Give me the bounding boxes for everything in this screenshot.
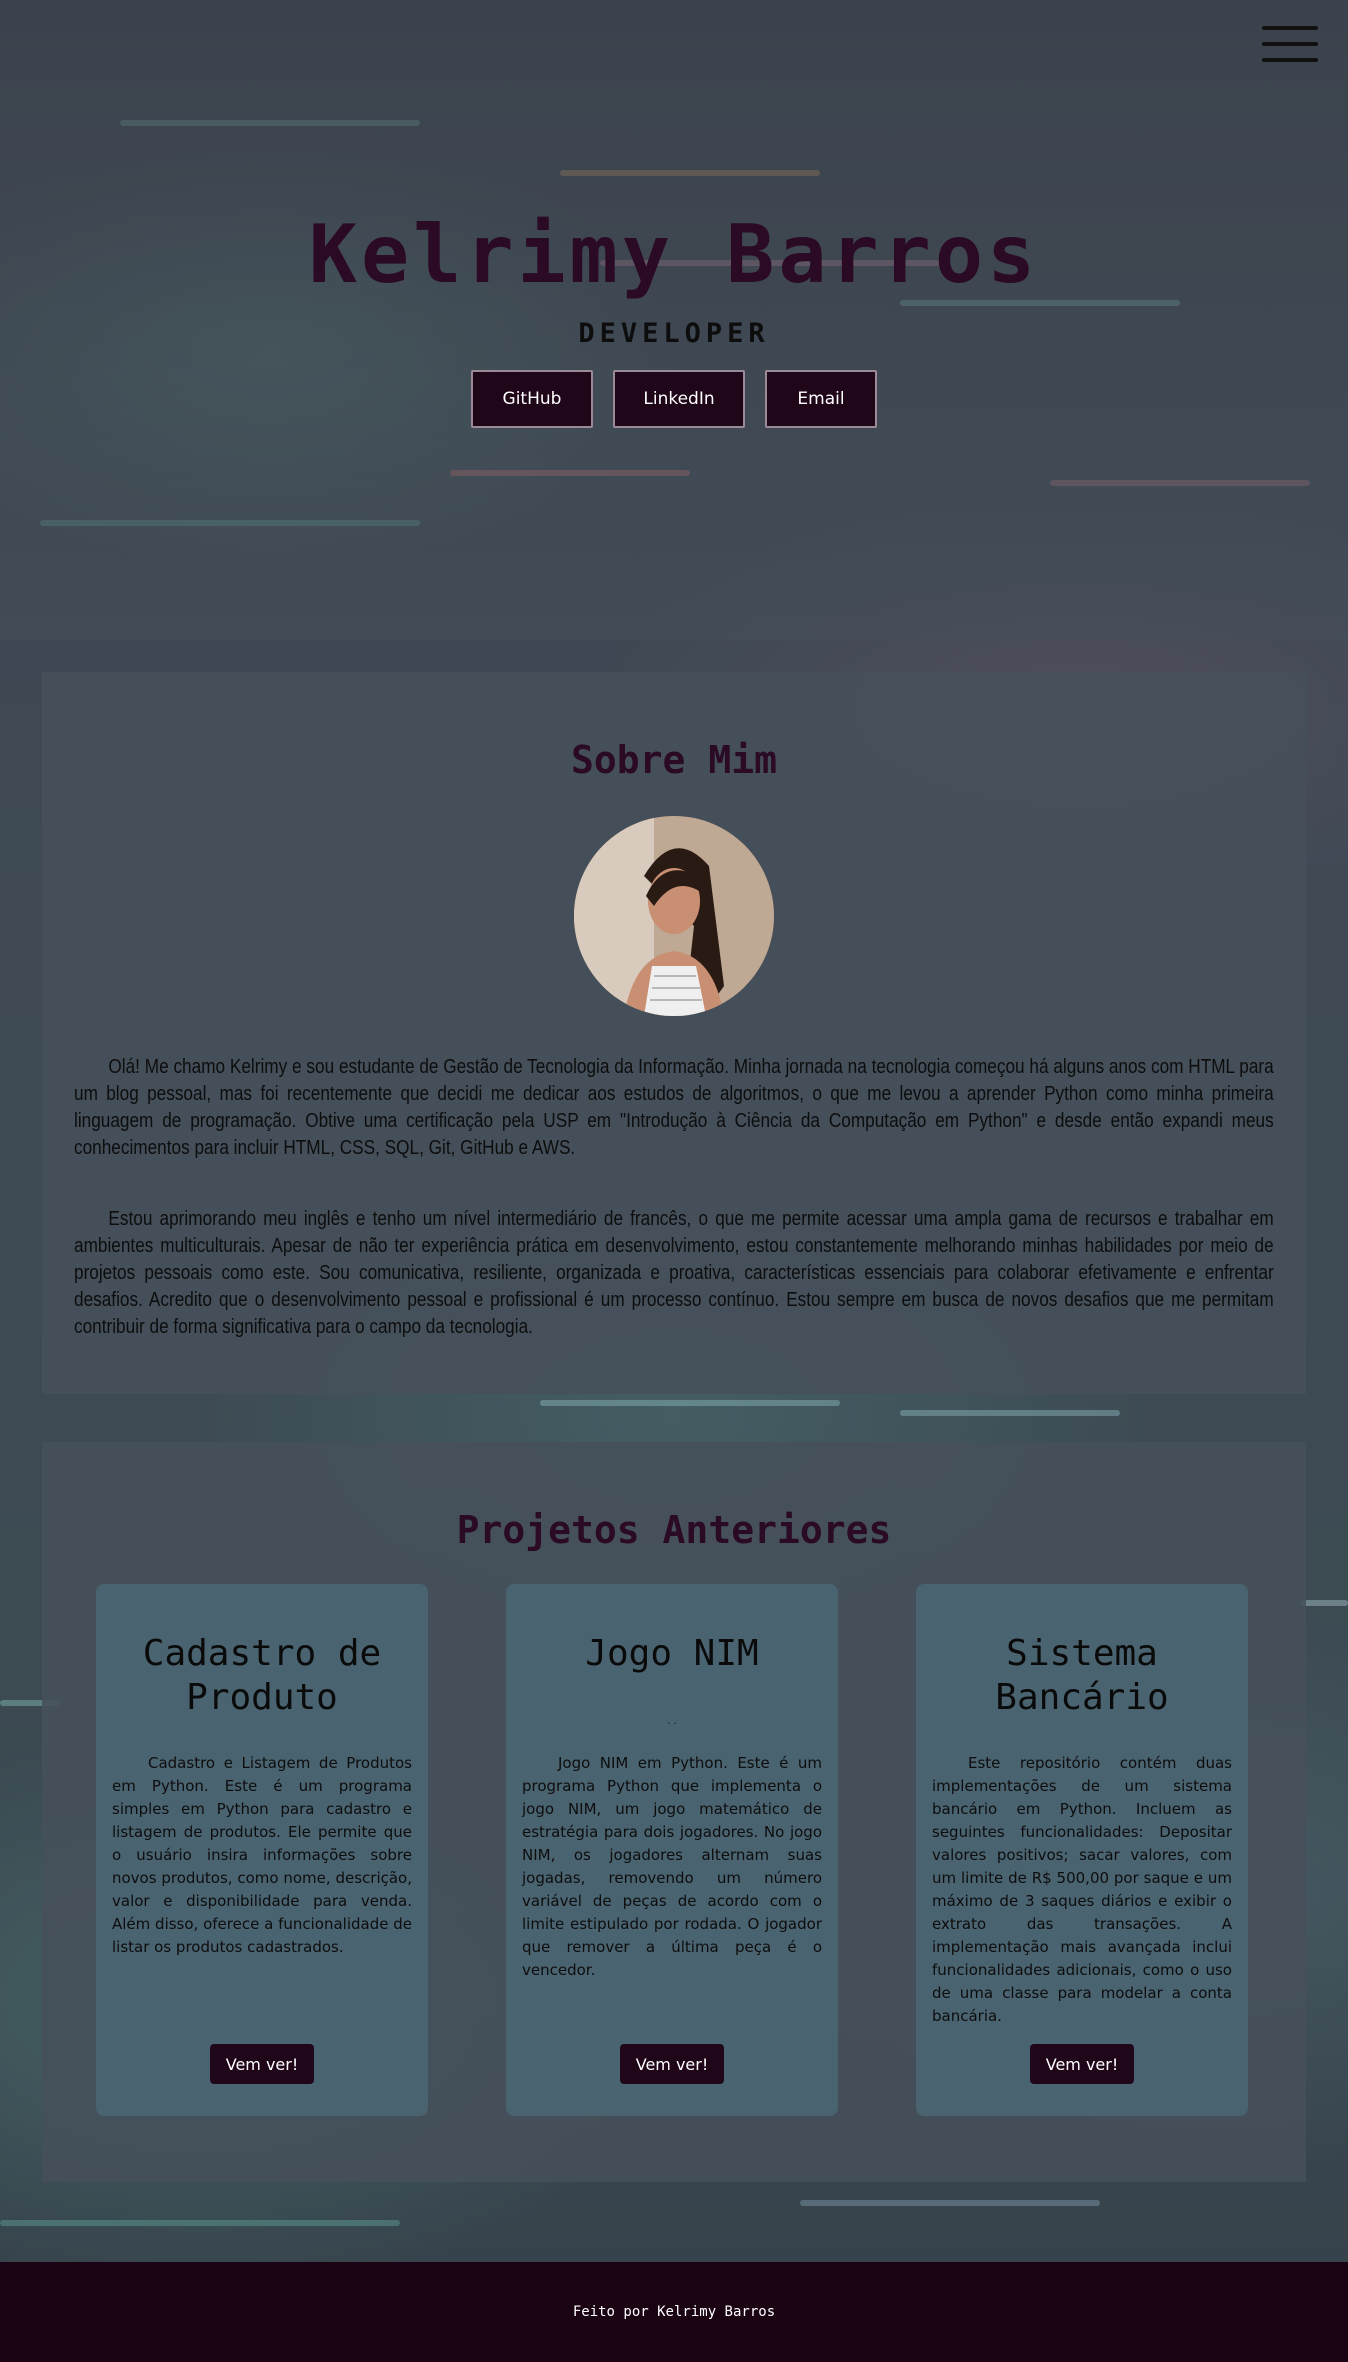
projects-section: Projetos Anteriores Cadastro de Produto … [42,1442,1306,2182]
footer-text: Feito por Kelrimy Barros [572,2304,776,2320]
hero-section: Kelrimy Barros DEVELOPER GitHub LinkedIn… [0,0,1348,640]
footer: Feito por Kelrimy Barros [0,2262,1348,2362]
menu-bar [1262,26,1318,30]
projects-title: Projetos Anteriores [456,1508,892,1552]
profile-photo [574,816,774,1016]
view-project-button[interactable]: Vem ver! [1030,2044,1134,2084]
project-title: Sistema Bancário [995,1633,1169,1718]
about-paragraph: Olá! Me chamo Kelrimy e sou estudante de… [74,1056,1274,1159]
project-card: Sistema Bancário Este repositório contém… [916,1584,1248,2116]
project-description: Cadastro e Listagem de Produtos em Pytho… [112,1754,412,1956]
profile-photo-illustration [574,816,774,1016]
menu-bar [1262,58,1318,62]
project-description: Este repositório contém duas implementaç… [932,1754,1232,2025]
github-button[interactable]: GitHub [471,370,593,428]
view-project-button[interactable]: Vem ver! [620,2044,724,2084]
project-title: Cadastro de Produto [142,1633,382,1718]
project-cards: Cadastro de Produto Cadastro e Listagem … [96,1584,1248,2116]
menu-bar [1262,42,1318,46]
about-section: Sobre Mim Olá! Me chamo Kelrimy e sou es… [42,672,1306,1394]
hero-name: Kelrimy Barros [308,208,1040,301]
view-project-button[interactable]: Vem ver! [210,2044,314,2084]
hamburger-menu-icon[interactable] [1262,26,1318,62]
hero-role: DEVELOPER [578,318,770,349]
project-card: Jogo NIM . . Jogo NIM em Python. Este é … [506,1584,838,2116]
project-title: Jogo NIM [585,1633,759,1674]
project-description: Jogo NIM em Python. Este é um programa P… [522,1754,822,1979]
linkedin-button[interactable]: LinkedIn [613,370,745,428]
social-links: GitHub LinkedIn Email [0,370,1348,428]
decorative-dots: . . [666,1713,677,1727]
email-button[interactable]: Email [765,370,877,428]
project-card: Cadastro de Produto Cadastro e Listagem … [96,1584,428,2116]
about-title: Sobre Mim [571,738,777,782]
about-paragraph: Estou aprimorando meu inglês e tenho um … [74,1208,1274,1338]
